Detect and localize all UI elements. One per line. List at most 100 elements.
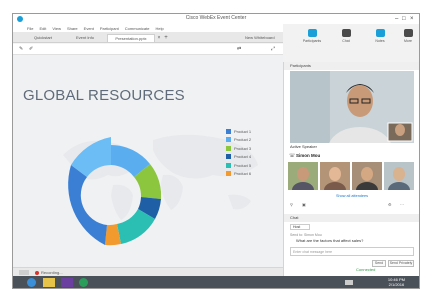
participant-video: [384, 162, 414, 190]
participant-thumbnail[interactable]: [352, 162, 382, 190]
stop-share-button[interactable]: [19, 270, 29, 275]
legend-label: Product 5: [234, 162, 252, 168]
keyboard-icon[interactable]: [345, 280, 353, 285]
participant-video: [320, 162, 350, 190]
nav-chat[interactable]: Chat: [335, 29, 357, 49]
nav-chat-label: Chat: [342, 39, 350, 43]
legend-item: Product 3: [226, 144, 251, 153]
legend-item: Product 6: [226, 170, 251, 179]
close-button[interactable]: ×: [410, 15, 414, 23]
legend-swatch: [226, 154, 231, 160]
legend-label: Product 1: [234, 128, 252, 134]
pen-icon[interactable]: ✐: [29, 46, 33, 52]
legend-label: Product 3: [234, 145, 252, 151]
legend-label: Product 2: [234, 137, 252, 143]
file-explorer-icon[interactable]: [43, 278, 55, 287]
clock-date: 2/1/2016: [388, 282, 405, 287]
legend-item: Product 1: [226, 127, 251, 136]
app-window: Cisco WebEx Event Center – □ × File Edit…: [12, 13, 420, 289]
legend-swatch: [226, 137, 231, 143]
participants-icon: [307, 29, 317, 37]
tab-event-info[interactable]: Event Info: [65, 34, 105, 42]
menu-share[interactable]: Share: [67, 26, 78, 31]
shared-content: GLOBAL RESOURCES Product 1 Product 2 Pro…: [13, 55, 283, 267]
active-speaker-video[interactable]: [290, 71, 414, 143]
speaker-name: Simon Mou: [296, 153, 321, 158]
nav-notes[interactable]: Notes: [369, 29, 391, 49]
right-panel: Participants Active Speaker ☏ Simon Mou: [283, 62, 419, 277]
legend-swatch: [226, 145, 231, 151]
menu-event[interactable]: Event: [84, 26, 94, 31]
chat-recipient-select[interactable]: Host: [290, 224, 310, 230]
nav-more-label: More: [404, 39, 412, 43]
notification-icon[interactable]: [359, 279, 364, 285]
panel-nav: Participants Chat Notes More: [283, 24, 419, 62]
participant-thumbnail[interactable]: [384, 162, 414, 190]
chat-meta: Send to: Simon Mou: [290, 233, 322, 237]
phone-icon: ☏: [289, 153, 296, 159]
chat-input[interactable]: Enter chat message here: [290, 247, 414, 256]
menu-view[interactable]: View: [52, 26, 61, 31]
menu-bar: File Edit View Share Event Participant C…: [13, 24, 283, 32]
annotation-toolbar: ✎ ✐ ⇄ ⤢: [13, 44, 283, 55]
nav-notes-label: Notes: [375, 39, 385, 43]
notes-icon: [375, 29, 385, 37]
speaker-video-frame: [290, 71, 414, 143]
expand-icon[interactable]: ⤢: [271, 46, 275, 52]
chat-icon: [341, 29, 351, 37]
recording-status: Recording...: [41, 270, 63, 275]
window-title: Cisco WebEx Event Center: [185, 15, 247, 21]
webex-icon[interactable]: [79, 278, 88, 287]
video-icon[interactable]: ▣: [302, 202, 306, 207]
chat-message: What are the factors that affect sales?: [296, 238, 364, 243]
participant-video: [352, 162, 382, 190]
participant-thumbnails: [288, 162, 416, 192]
recording-icon: [35, 271, 39, 275]
legend-swatch: [226, 171, 231, 177]
tab-presentation[interactable]: Presentation.pptx: [107, 34, 155, 42]
send-button[interactable]: Send: [372, 260, 386, 267]
ie-icon[interactable]: [27, 278, 36, 287]
legend-swatch: [226, 162, 231, 168]
participant-video: [288, 162, 318, 190]
settings-icon[interactable]: ⚙: [388, 202, 392, 207]
menu-file[interactable]: File: [27, 26, 33, 31]
taskbar-clock[interactable]: 10:46 PM 2/1/2016: [388, 277, 405, 287]
nav-more[interactable]: More: [397, 29, 419, 49]
nav-participants-label: Participants: [302, 39, 322, 43]
document-tabs: Quickstart Event Info Presentation.pptx …: [13, 32, 283, 43]
legend-item: Product 4: [226, 153, 251, 162]
connection-status: Connected: [356, 267, 376, 272]
menu-edit[interactable]: Edit: [39, 26, 46, 31]
more-options-icon[interactable]: ⋯: [400, 202, 404, 207]
chat-header: Chat: [284, 214, 419, 222]
show-all-attendees-link[interactable]: Show all attendees: [284, 194, 419, 198]
slide-title: GLOBAL RESOURCES: [23, 87, 185, 104]
windows-taskbar: Connected 10:46 PM 2/1/2016: [13, 267, 419, 288]
legend-item: Product 2: [226, 136, 251, 145]
legend-label: Product 6: [234, 171, 252, 177]
share-icon[interactable]: ⇄: [237, 46, 241, 52]
add-tab-icon[interactable]: +: [163, 34, 169, 42]
visual-studio-icon[interactable]: [61, 278, 73, 287]
send-privately-button[interactable]: Send Privately: [388, 260, 414, 267]
participant-thumbnail[interactable]: [320, 162, 350, 190]
pointer-icon[interactable]: ✎: [19, 46, 23, 52]
donut-chart: [68, 137, 161, 246]
participant-thumbnail[interactable]: [288, 162, 318, 190]
maximize-button[interactable]: □: [402, 15, 406, 23]
chart-legend: Product 1 Product 2 Product 3 Product 4 …: [226, 127, 251, 178]
nav-participants[interactable]: Participants: [301, 29, 323, 49]
menu-participant[interactable]: Participant: [100, 26, 119, 31]
donut-segment-product-1: [68, 165, 107, 245]
tab-close-icon[interactable]: ×: [156, 34, 162, 42]
tab-quickstart[interactable]: Quickstart: [23, 34, 63, 42]
minimize-button[interactable]: –: [395, 15, 398, 23]
legend-item: Product 5: [226, 161, 251, 170]
active-speaker-label: Active Speaker: [290, 144, 317, 149]
menu-communicate[interactable]: Communicate: [125, 26, 150, 31]
mute-icon[interactable]: ⚲: [290, 202, 293, 207]
menu-help[interactable]: Help: [155, 26, 163, 31]
new-whiteboard-button[interactable]: New Whiteboard: [245, 34, 275, 42]
more-icon: [403, 29, 413, 37]
